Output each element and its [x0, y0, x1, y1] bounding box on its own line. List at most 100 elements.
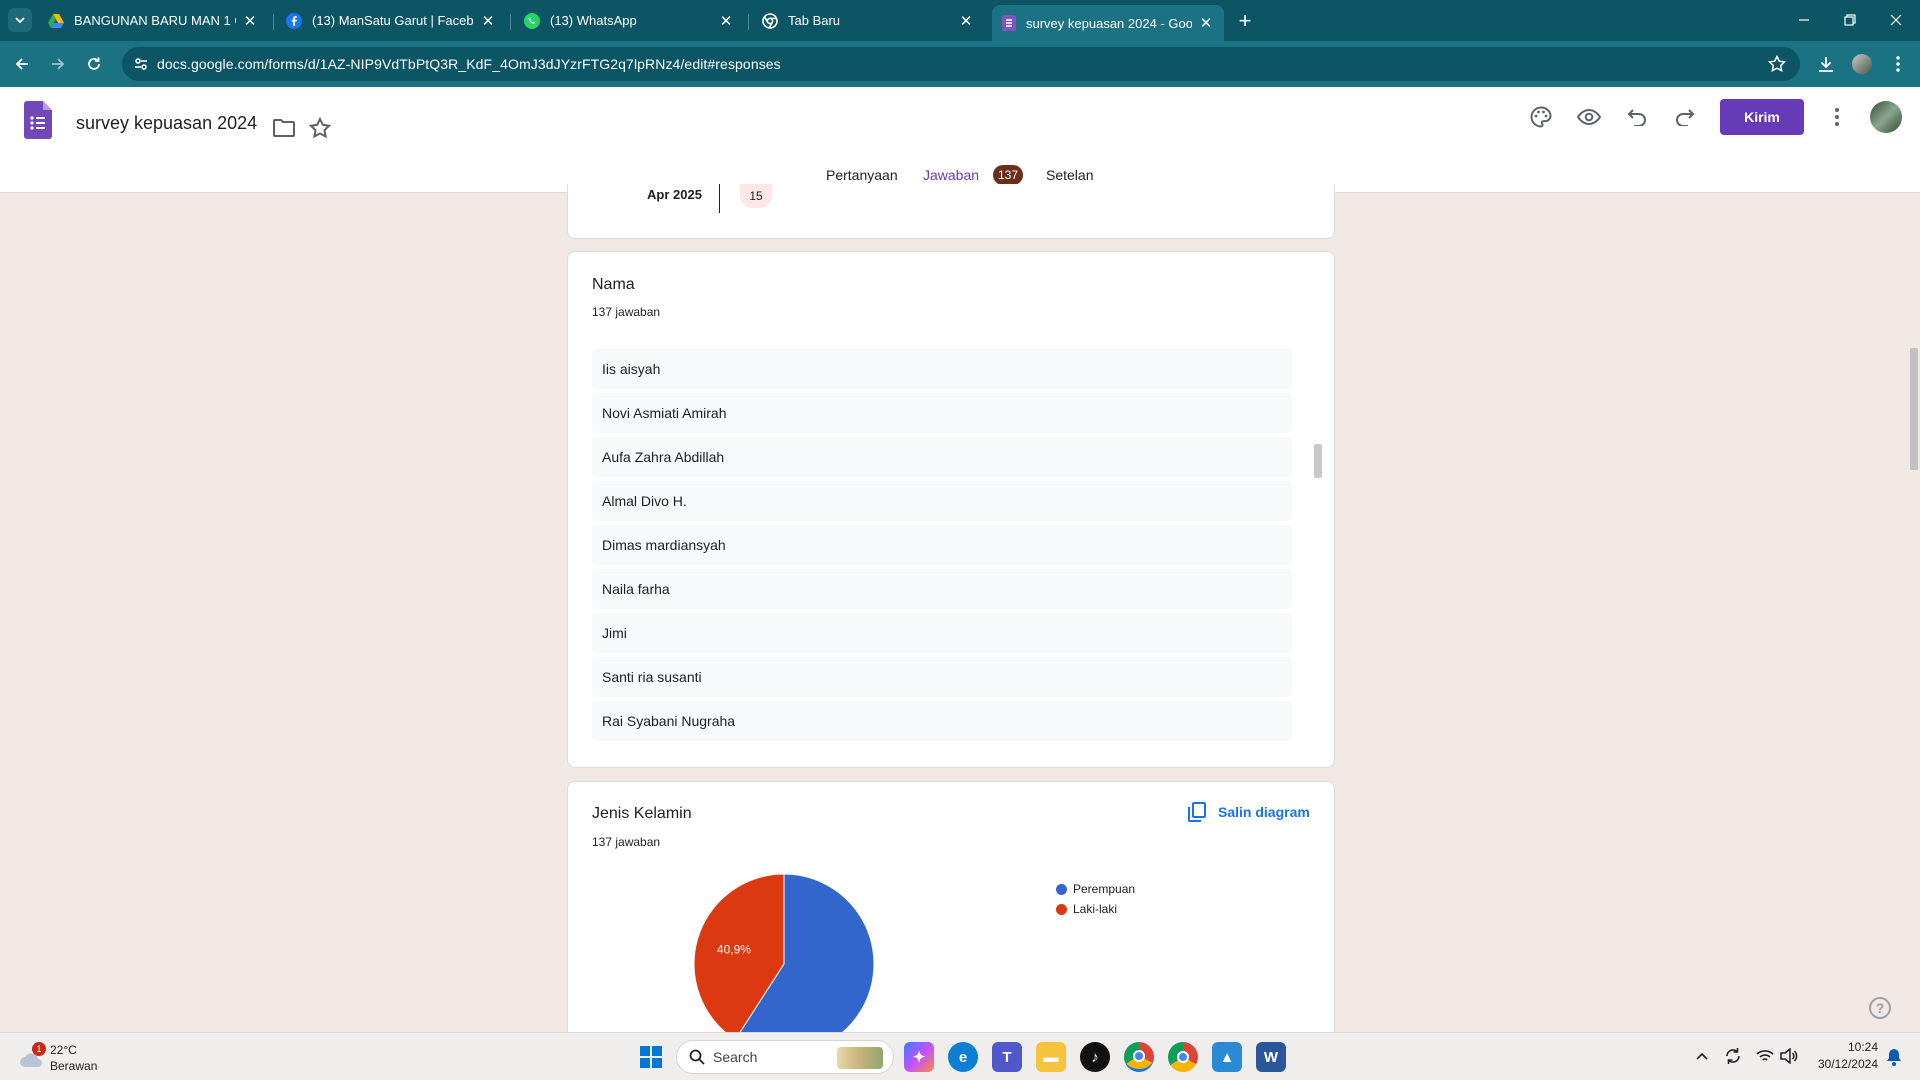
volume-icon[interactable]	[1780, 1048, 1798, 1064]
file-explorer-icon[interactable]: ▬	[1036, 1042, 1066, 1072]
legend-item-perempuan: Perempuan	[1056, 882, 1135, 896]
word-icon[interactable]: W	[1256, 1042, 1286, 1072]
search-icon	[689, 1049, 705, 1065]
clock-date[interactable]: 30/12/2024	[1810, 1057, 1878, 1071]
google-drive-icon	[48, 13, 64, 28]
chrome-menu-button[interactable]	[1884, 50, 1912, 78]
copilot-icon[interactable]: ✦	[904, 1042, 934, 1072]
wifi-icon[interactable]	[1756, 1049, 1774, 1063]
list-item: Almal Divo H.	[592, 481, 1292, 521]
restore-button[interactable]	[1827, 0, 1873, 40]
close-window-button[interactable]	[1873, 0, 1919, 40]
chrome-icon[interactable]	[1124, 1042, 1154, 1072]
close-icon[interactable]: ✕	[242, 13, 258, 30]
weather-alert-badge: 1	[32, 1042, 46, 1056]
weather-widget[interactable]: 1 22°C Berawan	[18, 1039, 108, 1075]
browser-tab-forms[interactable]: survey kepuasan 2024 - Google ✕	[992, 5, 1224, 41]
question-title: Jenis Kelamin	[592, 805, 692, 822]
pie-chart: 40,9%	[693, 873, 875, 1051]
preview-button[interactable]	[1569, 97, 1609, 137]
response-list-scrollbar[interactable]	[1314, 444, 1322, 478]
folder-icon	[273, 119, 295, 137]
copy-icon	[1188, 802, 1206, 822]
arrow-right-icon	[52, 58, 65, 70]
legend-swatch	[1056, 883, 1067, 895]
browser-tab-whatsapp[interactable]: (13) WhatsApp ✕	[514, 6, 744, 35]
profile-avatar	[1852, 54, 1872, 74]
photos-icon[interactable]: ▲	[1212, 1042, 1242, 1072]
close-icon[interactable]: ✕	[1198, 15, 1214, 32]
eye-icon	[1577, 109, 1601, 125]
list-item: Dimas mardiansyah	[592, 525, 1292, 565]
date-axis-line	[719, 184, 720, 213]
previous-question-card: Apr 2025 15	[567, 184, 1335, 239]
legend-label: Perempuan	[1073, 882, 1136, 896]
browser-tab-new-tab[interactable]: Tab Baru ✕	[752, 6, 984, 35]
page-scrollbar[interactable]	[1910, 348, 1918, 470]
tab-responses[interactable]: Jawaban	[923, 167, 979, 183]
address-bar[interactable]: docs.google.com/forms/d/1AZ-NIP9VdTbPtQ3…	[122, 47, 1800, 81]
close-icon[interactable]: ✕	[958, 13, 974, 30]
site-settings-icon[interactable]	[133, 56, 149, 72]
downloads-button[interactable]	[1812, 50, 1840, 78]
close-icon[interactable]: ✕	[480, 13, 496, 30]
legend-swatch	[1056, 903, 1067, 915]
move-to-folder-button[interactable]	[264, 108, 304, 148]
chevron-down-icon	[15, 17, 25, 24]
star-icon[interactable]	[1768, 55, 1786, 73]
back-button[interactable]	[8, 50, 36, 78]
minimize-button[interactable]	[1781, 0, 1827, 40]
chrome-profile-icon[interactable]	[1168, 1042, 1198, 1072]
question-title: Nama	[592, 276, 635, 293]
notification-bell-icon[interactable]	[1886, 1048, 1902, 1066]
customize-theme-button[interactable]	[1521, 97, 1561, 137]
weather-desc: Berawan	[50, 1059, 98, 1073]
reload-button[interactable]	[80, 50, 108, 78]
response-count: 137 jawaban	[592, 835, 661, 849]
browser-tab-facebook[interactable]: (13) ManSatu Garut | Facebook ✕	[276, 6, 506, 35]
star-button[interactable]	[300, 108, 340, 148]
tab-settings[interactable]: Setelan	[1046, 167, 1093, 183]
redo-icon	[1676, 109, 1695, 126]
facebook-icon	[286, 12, 302, 29]
download-icon	[1819, 57, 1833, 72]
legend-label: Laki-laki	[1073, 902, 1118, 916]
close-icon[interactable]: ✕	[718, 13, 734, 30]
google-forms-logo-icon[interactable]	[24, 101, 52, 139]
new-tab-button[interactable]: +	[1232, 8, 1258, 34]
response-count: 137 jawaban	[592, 305, 661, 319]
edge-icon[interactable]: e	[948, 1042, 978, 1072]
arrow-left-icon	[15, 58, 28, 70]
account-avatar[interactable]	[1870, 101, 1902, 133]
search-placeholder: Search	[713, 1049, 758, 1065]
undo-button[interactable]	[1617, 97, 1657, 137]
help-button[interactable]: ?	[1869, 997, 1891, 1019]
tab-separator	[748, 14, 749, 30]
copy-chart-button[interactable]: Salin diagram	[1188, 800, 1310, 824]
redo-button[interactable]	[1665, 97, 1705, 137]
chevron-up-icon[interactable]	[1696, 1051, 1708, 1061]
taskbar-search-box[interactable]: Search	[676, 1040, 894, 1074]
forms-header: survey kepuasan 2024 Kirim Pertanyaan Ja…	[0, 87, 1920, 193]
clock-time[interactable]: 10:24	[1822, 1040, 1878, 1054]
start-button[interactable]	[636, 1042, 666, 1072]
send-button[interactable]: Kirim	[1720, 99, 1804, 135]
star-icon	[309, 117, 331, 139]
tab-search-button[interactable]	[8, 8, 32, 32]
tab-title: (13) ManSatu Garut | Facebook	[312, 13, 474, 28]
browser-tab-drive[interactable]: BANGUNAN BARU MAN 1 GAR ✕	[38, 6, 268, 35]
google-forms-icon	[1002, 15, 1016, 31]
profile-button[interactable]	[1848, 50, 1876, 78]
list-item: Naila farha	[592, 569, 1292, 609]
sync-icon[interactable]	[1724, 1047, 1742, 1065]
tiktok-icon[interactable]: ♪	[1080, 1042, 1110, 1072]
forward-button[interactable]	[44, 50, 72, 78]
more-options-button[interactable]	[1817, 97, 1857, 137]
list-item: Santi ria susanti	[592, 657, 1292, 697]
teams-icon[interactable]: T	[992, 1042, 1022, 1072]
tab-separator	[273, 14, 274, 30]
legend-item-laki-laki: Laki-laki	[1056, 902, 1117, 916]
form-title[interactable]: survey kepuasan 2024	[76, 113, 257, 134]
tab-separator	[510, 14, 511, 30]
tab-questions[interactable]: Pertanyaan	[826, 167, 898, 183]
